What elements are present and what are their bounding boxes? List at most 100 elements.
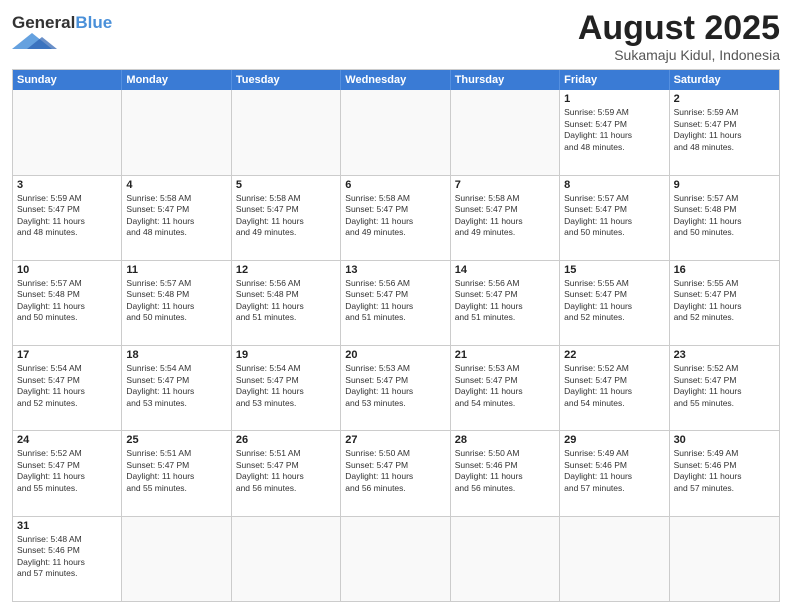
- day-number: 23: [674, 349, 775, 361]
- calendar-cell: 21 Sunrise: 5:53 AM Sunset: 5:47 PM Dayli…: [451, 346, 560, 430]
- month-title: August 2025: [578, 10, 780, 47]
- calendar-cell: 2 Sunrise: 5:59 AM Sunset: 5:47 PM Daylig…: [670, 90, 779, 174]
- calendar-cell: [232, 90, 341, 174]
- calendar-cell: 19 Sunrise: 5:54 AM Sunset: 5:47 PM Dayli…: [232, 346, 341, 430]
- day-info: Sunrise: 5:55 AM Sunset: 5:47 PM Dayligh…: [674, 278, 775, 324]
- weekday-header: Thursday: [451, 70, 560, 90]
- day-info: Sunrise: 5:50 AM Sunset: 5:46 PM Dayligh…: [455, 448, 555, 494]
- calendar-row: 10 Sunrise: 5:57 AM Sunset: 5:48 PM Dayli…: [13, 260, 779, 345]
- calendar-cell: [13, 90, 122, 174]
- calendar-cell: 4Sunrise: 5:58 AM Sunset: 5:47 PM Daylig…: [122, 176, 231, 260]
- calendar-cell: [122, 517, 231, 601]
- day-number: 8: [564, 179, 664, 191]
- logo-general: General: [12, 13, 75, 32]
- day-number: 15: [564, 264, 664, 276]
- calendar-cell: 11 Sunrise: 5:57 AM Sunset: 5:48 PM Dayli…: [122, 261, 231, 345]
- logo-blue: Blue: [75, 13, 112, 32]
- calendar-cell: 22Sunrise: 5:52 AM Sunset: 5:47 PM Dayli…: [560, 346, 669, 430]
- day-number: 1: [564, 93, 664, 105]
- calendar-cell: 31 Sunrise: 5:48 AM Sunset: 5:46 PM Dayli…: [13, 517, 122, 601]
- calendar-cell: [122, 90, 231, 174]
- day-info: Sunrise: 5:58 AM Sunset: 5:47 PM Dayligh…: [236, 193, 336, 239]
- calendar-cell: 23 Sunrise: 5:52 AM Sunset: 5:47 PM Dayli…: [670, 346, 779, 430]
- calendar-cell: 12Sunrise: 5:56 AM Sunset: 5:48 PM Dayli…: [232, 261, 341, 345]
- day-info: Sunrise: 5:49 AM Sunset: 5:46 PM Dayligh…: [674, 448, 775, 494]
- calendar-cell: 5 Sunrise: 5:58 AM Sunset: 5:47 PM Daylig…: [232, 176, 341, 260]
- day-number: 21: [455, 349, 555, 361]
- weekday-header: Sunday: [13, 70, 122, 90]
- day-info: Sunrise: 5:56 AM Sunset: 5:47 PM Dayligh…: [345, 278, 445, 324]
- calendar-cell: [341, 517, 450, 601]
- day-number: 13: [345, 264, 445, 276]
- calendar-cell: 28Sunrise: 5:50 AM Sunset: 5:46 PM Dayli…: [451, 431, 560, 515]
- calendar-cell: 24Sunrise: 5:52 AM Sunset: 5:47 PM Dayli…: [13, 431, 122, 515]
- day-number: 24: [17, 434, 117, 446]
- day-number: 9: [674, 179, 775, 191]
- day-number: 20: [345, 349, 445, 361]
- weekday-header: Tuesday: [232, 70, 341, 90]
- day-info: Sunrise: 5:54 AM Sunset: 5:47 PM Dayligh…: [17, 363, 117, 409]
- day-info: Sunrise: 5:49 AM Sunset: 5:46 PM Dayligh…: [564, 448, 664, 494]
- calendar-cell: 17 Sunrise: 5:54 AM Sunset: 5:47 PM Dayli…: [13, 346, 122, 430]
- day-number: 6: [345, 179, 445, 191]
- day-info: Sunrise: 5:56 AM Sunset: 5:48 PM Dayligh…: [236, 278, 336, 324]
- day-info: Sunrise: 5:54 AM Sunset: 5:47 PM Dayligh…: [236, 363, 336, 409]
- calendar-row: 31 Sunrise: 5:48 AM Sunset: 5:46 PM Dayli…: [13, 516, 779, 601]
- calendar-cell: 27Sunrise: 5:50 AM Sunset: 5:47 PM Dayli…: [341, 431, 450, 515]
- day-info: Sunrise: 5:58 AM Sunset: 5:47 PM Dayligh…: [126, 193, 226, 239]
- location: Sukamaju Kidul, Indonesia: [578, 47, 780, 63]
- calendar-cell: 18Sunrise: 5:54 AM Sunset: 5:47 PM Dayli…: [122, 346, 231, 430]
- day-info: Sunrise: 5:48 AM Sunset: 5:46 PM Dayligh…: [17, 534, 117, 580]
- calendar-cell: [451, 517, 560, 601]
- day-number: 7: [455, 179, 555, 191]
- day-number: 5: [236, 179, 336, 191]
- day-info: Sunrise: 5:59 AM Sunset: 5:47 PM Dayligh…: [564, 107, 664, 153]
- day-number: 22: [564, 349, 664, 361]
- day-number: 14: [455, 264, 555, 276]
- calendar-row: 1 Sunrise: 5:59 AM Sunset: 5:47 PM Daylig…: [13, 90, 779, 174]
- day-info: Sunrise: 5:53 AM Sunset: 5:47 PM Dayligh…: [455, 363, 555, 409]
- day-info: Sunrise: 5:51 AM Sunset: 5:47 PM Dayligh…: [126, 448, 226, 494]
- calendar-cell: 10Sunrise: 5:57 AM Sunset: 5:48 PM Dayli…: [13, 261, 122, 345]
- day-info: Sunrise: 5:55 AM Sunset: 5:47 PM Dayligh…: [564, 278, 664, 324]
- day-info: Sunrise: 5:56 AM Sunset: 5:47 PM Dayligh…: [455, 278, 555, 324]
- page: GeneralBlue August 2025 Sukamaju Kidul, …: [0, 0, 792, 612]
- calendar-cell: 14 Sunrise: 5:56 AM Sunset: 5:47 PM Dayli…: [451, 261, 560, 345]
- calendar-cell: 20 Sunrise: 5:53 AM Sunset: 5:47 PM Dayli…: [341, 346, 450, 430]
- calendar-cell: 13 Sunrise: 5:56 AM Sunset: 5:47 PM Dayli…: [341, 261, 450, 345]
- calendar-cell: [451, 90, 560, 174]
- calendar-cell: 6 Sunrise: 5:58 AM Sunset: 5:47 PM Daylig…: [341, 176, 450, 260]
- calendar-row: 17 Sunrise: 5:54 AM Sunset: 5:47 PM Dayli…: [13, 345, 779, 430]
- day-info: Sunrise: 5:52 AM Sunset: 5:47 PM Dayligh…: [674, 363, 775, 409]
- day-number: 11: [126, 264, 226, 276]
- day-number: 31: [17, 520, 117, 532]
- day-info: Sunrise: 5:51 AM Sunset: 5:47 PM Dayligh…: [236, 448, 336, 494]
- calendar-cell: [341, 90, 450, 174]
- weekday-header: Monday: [122, 70, 231, 90]
- day-number: 19: [236, 349, 336, 361]
- weekday-header: Saturday: [670, 70, 779, 90]
- day-info: Sunrise: 5:53 AM Sunset: 5:47 PM Dayligh…: [345, 363, 445, 409]
- day-number: 29: [564, 434, 664, 446]
- day-info: Sunrise: 5:59 AM Sunset: 5:47 PM Dayligh…: [674, 107, 775, 153]
- day-info: Sunrise: 5:54 AM Sunset: 5:47 PM Dayligh…: [126, 363, 226, 409]
- day-info: Sunrise: 5:58 AM Sunset: 5:47 PM Dayligh…: [345, 193, 445, 239]
- calendar-cell: 30 Sunrise: 5:49 AM Sunset: 5:46 PM Dayli…: [670, 431, 779, 515]
- calendar: SundayMondayTuesdayWednesdayThursdayFrid…: [12, 69, 780, 602]
- calendar-body: 1 Sunrise: 5:59 AM Sunset: 5:47 PM Daylig…: [13, 90, 779, 601]
- calendar-cell: [232, 517, 341, 601]
- day-info: Sunrise: 5:57 AM Sunset: 5:48 PM Dayligh…: [126, 278, 226, 324]
- day-number: 17: [17, 349, 117, 361]
- calendar-cell: 8 Sunrise: 5:57 AM Sunset: 5:47 PM Daylig…: [560, 176, 669, 260]
- day-number: 16: [674, 264, 775, 276]
- calendar-cell: 15 Sunrise: 5:55 AM Sunset: 5:47 PM Dayli…: [560, 261, 669, 345]
- day-number: 30: [674, 434, 775, 446]
- logo-icon: [12, 33, 72, 49]
- day-number: 2: [674, 93, 775, 105]
- day-info: Sunrise: 5:50 AM Sunset: 5:47 PM Dayligh…: [345, 448, 445, 494]
- calendar-cell: 7Sunrise: 5:58 AM Sunset: 5:47 PM Daylig…: [451, 176, 560, 260]
- day-info: Sunrise: 5:57 AM Sunset: 5:47 PM Dayligh…: [564, 193, 664, 239]
- day-info: Sunrise: 5:57 AM Sunset: 5:48 PM Dayligh…: [674, 193, 775, 239]
- calendar-cell: 1 Sunrise: 5:59 AM Sunset: 5:47 PM Daylig…: [560, 90, 669, 174]
- day-number: 10: [17, 264, 117, 276]
